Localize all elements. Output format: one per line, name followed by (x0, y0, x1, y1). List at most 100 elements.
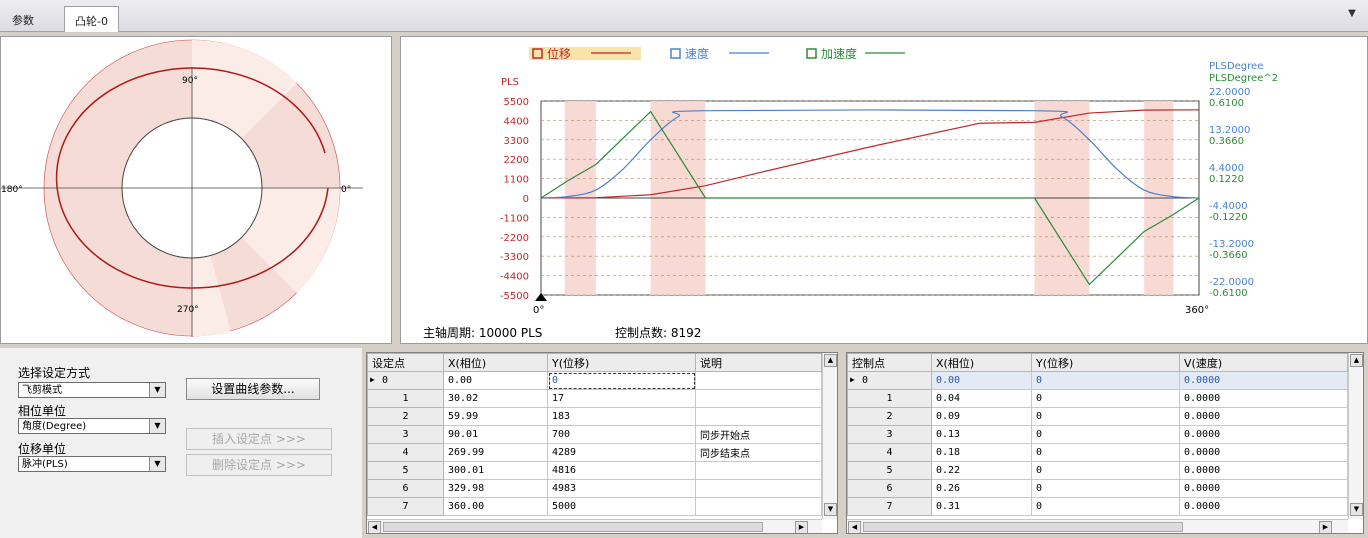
table-cell[interactable]: 0.0000 (1179, 407, 1348, 426)
row-header[interactable]: 1 (367, 389, 444, 408)
row-header[interactable]: 0 ▶ (847, 371, 932, 390)
row-header[interactable]: 4 (847, 443, 932, 462)
table-cell[interactable]: 同步开始点 (695, 425, 822, 444)
chevron-down-icon[interactable]: ▼ (149, 419, 165, 433)
table-row[interactable]: 2 59.99 183 (367, 407, 822, 426)
table-cell[interactable]: 0.00 (443, 371, 548, 390)
vertical-scrollbar[interactable]: ▲ ▼ (822, 353, 837, 519)
table-cell[interactable]: 0.0000 (1179, 479, 1348, 498)
table-cell[interactable] (695, 389, 822, 408)
table-cell[interactable]: 0 (1031, 461, 1180, 480)
column-header[interactable]: Y(位移) (1031, 353, 1180, 372)
table-cell[interactable]: 同步结束点 (695, 443, 822, 462)
column-header[interactable]: V(速度) (1179, 353, 1348, 372)
phase-unit-select[interactable]: 角度(Degree) ▼ (18, 418, 166, 434)
row-header[interactable]: 6 (367, 479, 444, 498)
table-row[interactable]: 0 ▶ 0.00 0 (367, 371, 822, 390)
row-header[interactable]: 1 (847, 389, 932, 408)
row-header[interactable]: 0 ▶ (367, 371, 444, 390)
table-cell[interactable]: 4983 (547, 479, 696, 498)
scroll-up-icon[interactable]: ▲ (1350, 354, 1363, 367)
displacement-unit-select[interactable]: 脉冲(PLS) ▼ (18, 456, 166, 472)
row-header[interactable]: 6 (847, 479, 932, 498)
row-header[interactable]: 3 (367, 425, 444, 444)
setup-curve-button[interactable]: 设置曲线参数... (186, 378, 320, 400)
table-cell[interactable]: 30.02 (443, 389, 548, 408)
table-cell[interactable]: 0 (1031, 479, 1180, 498)
table-cell[interactable]: 329.98 (443, 479, 548, 498)
table-row[interactable]: 1 0.04 0 0.0000 (847, 389, 1348, 408)
table-row[interactable]: 5 0.22 0 0.0000 (847, 461, 1348, 480)
scroll-right-icon[interactable]: ▶ (1319, 521, 1332, 533)
scroll-left-icon[interactable]: ◀ (368, 521, 381, 533)
mode-select[interactable]: 飞剪模式 ▼ (18, 382, 166, 398)
table-cell[interactable]: 0.0000 (1179, 497, 1348, 516)
column-header[interactable]: 控制点 (847, 353, 932, 372)
column-header[interactable]: 说明 (695, 353, 822, 372)
row-header[interactable]: 5 (367, 461, 444, 480)
table-cell[interactable]: 0.09 (931, 407, 1032, 426)
row-header[interactable]: 3 (847, 425, 932, 444)
row-header[interactable]: 2 (847, 407, 932, 426)
table-row[interactable]: 0 ▶ 0.00 0 0.0000 (847, 371, 1348, 390)
table-cell[interactable]: 183 (547, 407, 696, 426)
table-cell[interactable]: 0.31 (931, 497, 1032, 516)
insert-point-button[interactable]: 插入设定点 >>> (186, 428, 332, 450)
table-cell[interactable]: 0.0000 (1179, 425, 1348, 444)
table-cell[interactable]: 0.0000 (1179, 443, 1348, 462)
scroll-down-icon[interactable]: ▼ (824, 503, 837, 516)
table-cell[interactable] (695, 407, 822, 426)
table-cell[interactable]: 0.0000 (1179, 389, 1348, 408)
chevron-down-icon[interactable]: ▼ (1344, 8, 1360, 22)
scroll-down-icon[interactable]: ▼ (1350, 503, 1363, 516)
table-cell[interactable] (695, 497, 822, 516)
table-cell[interactable]: 4289 (547, 443, 696, 462)
table-cell[interactable]: 700 (547, 425, 696, 444)
row-header[interactable]: 7 (847, 497, 932, 516)
table-cell[interactable]: 0.18 (931, 443, 1032, 462)
table-cell[interactable]: 0 (1031, 497, 1180, 516)
table-row[interactable]: 6 329.98 4983 (367, 479, 822, 498)
table-row[interactable]: 4 0.18 0 0.0000 (847, 443, 1348, 462)
column-header[interactable]: Y(位移) (547, 353, 696, 372)
horizontal-scrollbar[interactable]: ◀ ▶ (367, 519, 822, 533)
column-header[interactable]: 设定点 (367, 353, 444, 372)
row-header[interactable]: 2 (367, 407, 444, 426)
table-cell[interactable]: 0.0000 (1179, 371, 1348, 390)
table-cell[interactable]: 360.00 (443, 497, 548, 516)
row-header[interactable]: 5 (847, 461, 932, 480)
table-cell[interactable]: 0 (1031, 443, 1180, 462)
chevron-down-icon[interactable]: ▼ (149, 457, 165, 471)
table-row[interactable]: 7 0.31 0 0.0000 (847, 497, 1348, 516)
table-cell[interactable] (695, 479, 822, 498)
table-row[interactable]: 7 360.00 5000 (367, 497, 822, 516)
table-cell[interactable]: 0.0000 (1179, 461, 1348, 480)
scroll-thumb[interactable] (863, 522, 1183, 532)
table-cell[interactable]: 90.01 (443, 425, 548, 444)
column-header[interactable]: X(相位) (443, 353, 548, 372)
table-row[interactable]: 3 0.13 0 0.0000 (847, 425, 1348, 444)
horizontal-scrollbar[interactable]: ◀ ▶ (847, 519, 1348, 533)
row-header[interactable]: 4 (367, 443, 444, 462)
column-header[interactable]: X(相位) (931, 353, 1032, 372)
table-cell[interactable]: 0 (1031, 425, 1180, 444)
table-cell[interactable] (695, 371, 822, 390)
table-cell[interactable]: 0.22 (931, 461, 1032, 480)
table-cell[interactable]: 5000 (547, 497, 696, 516)
table-cell[interactable]: 0.04 (931, 389, 1032, 408)
delete-point-button[interactable]: 删除设定点 >>> (186, 454, 332, 476)
table-cell[interactable]: 0 (1031, 371, 1180, 390)
table-cell[interactable]: 17 (547, 389, 696, 408)
scroll-thumb[interactable] (383, 522, 763, 532)
row-header[interactable]: 7 (367, 497, 444, 516)
table-cell[interactable]: 0.26 (931, 479, 1032, 498)
vertical-scrollbar[interactable]: ▲ ▼ (1348, 353, 1363, 519)
table-cell[interactable]: 0.13 (931, 425, 1032, 444)
table-row[interactable]: 1 30.02 17 (367, 389, 822, 408)
table-cell[interactable]: 0 (1031, 407, 1180, 426)
scroll-left-icon[interactable]: ◀ (848, 521, 861, 533)
table-row[interactable]: 5 300.01 4816 (367, 461, 822, 480)
table-row[interactable]: 6 0.26 0 0.0000 (847, 479, 1348, 498)
table-cell[interactable]: 0 (1031, 389, 1180, 408)
table-row[interactable]: 3 90.01 700 同步开始点 (367, 425, 822, 444)
